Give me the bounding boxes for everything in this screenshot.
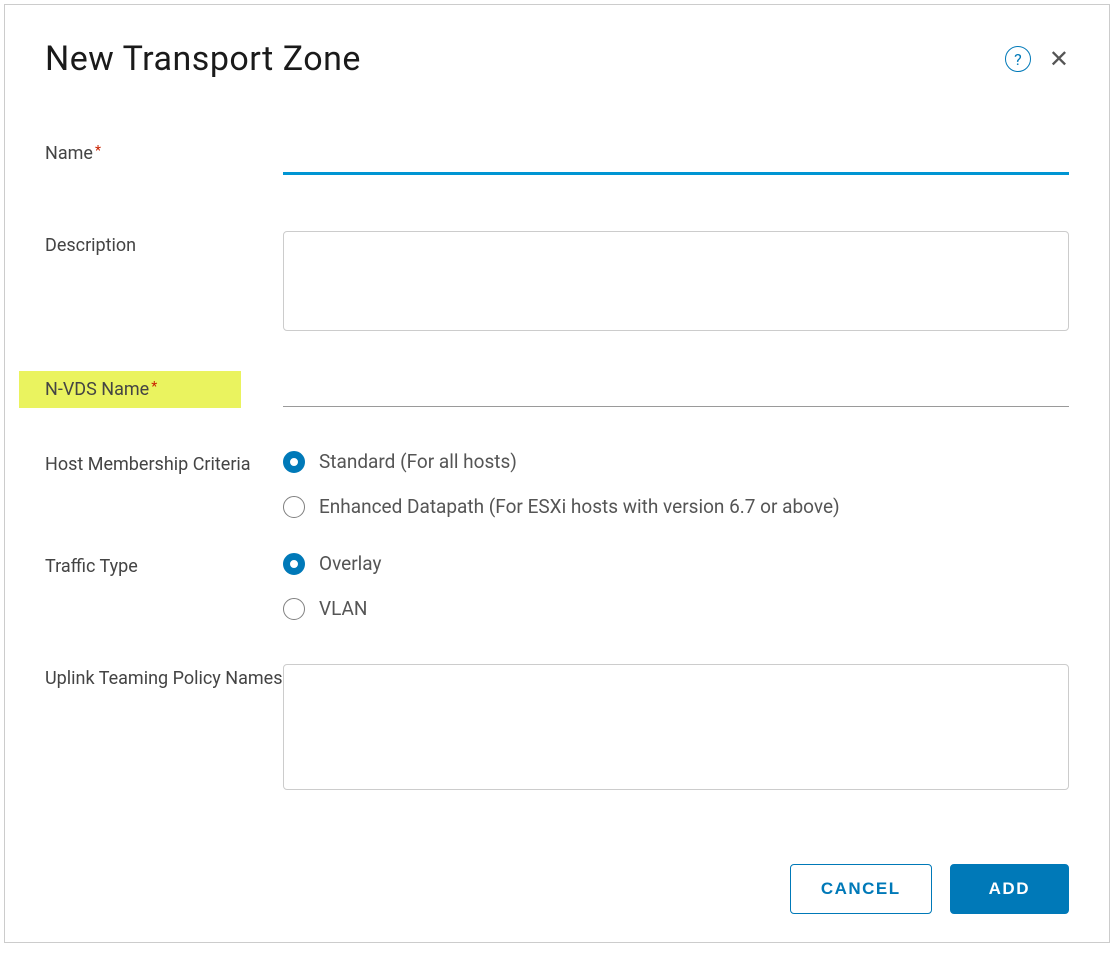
form-row-host-membership: Host Membership Criteria Standard (For a… bbox=[45, 450, 1069, 518]
radio-option-standard[interactable]: Standard (For all hosts) bbox=[283, 450, 1069, 473]
radio-selected-icon bbox=[283, 451, 305, 473]
radio-label-standard: Standard (For all hosts) bbox=[319, 450, 517, 473]
add-button[interactable]: ADD bbox=[950, 864, 1069, 914]
form-row-description: Description bbox=[45, 231, 1069, 335]
radio-option-overlay[interactable]: Overlay bbox=[283, 552, 1069, 575]
traffic-type-radio-group: Overlay VLAN bbox=[283, 552, 1069, 620]
host-membership-label: Host Membership Criteria bbox=[45, 450, 283, 475]
radio-option-vlan[interactable]: VLAN bbox=[283, 597, 1069, 620]
radio-option-enhanced[interactable]: Enhanced Datapath (For ESXi hosts with v… bbox=[283, 495, 1069, 518]
radio-unselected-icon bbox=[283, 598, 305, 620]
description-label: Description bbox=[45, 231, 283, 256]
name-label: Name* bbox=[45, 139, 283, 164]
host-membership-radio-group: Standard (For all hosts) Enhanced Datapa… bbox=[283, 450, 1069, 518]
radio-label-overlay: Overlay bbox=[319, 552, 381, 575]
dialog-title: New Transport Zone bbox=[45, 39, 361, 79]
help-icon[interactable]: ? bbox=[1005, 46, 1031, 72]
radio-label-enhanced: Enhanced Datapath (For ESXi hosts with v… bbox=[319, 495, 840, 518]
radio-label-vlan: VLAN bbox=[319, 597, 367, 620]
new-transport-zone-dialog: New Transport Zone ? ✕ Name* Description… bbox=[4, 4, 1110, 943]
form-row-name: Name* bbox=[45, 139, 1069, 175]
cancel-button[interactable]: CANCEL bbox=[790, 864, 932, 914]
required-asterisk: * bbox=[151, 379, 157, 395]
dialog-footer: CANCEL ADD bbox=[45, 864, 1069, 914]
nvds-name-input[interactable] bbox=[283, 373, 1069, 407]
form-row-traffic-type: Traffic Type Overlay VLAN bbox=[45, 552, 1069, 620]
nvds-name-label: N-VDS Name* bbox=[19, 371, 241, 408]
uplink-teaming-label: Uplink Teaming Policy Names bbox=[45, 664, 283, 689]
name-input[interactable] bbox=[283, 139, 1069, 175]
radio-unselected-icon bbox=[283, 496, 305, 518]
close-icon[interactable]: ✕ bbox=[1049, 47, 1069, 71]
radio-selected-icon bbox=[283, 553, 305, 575]
uplink-teaming-input[interactable] bbox=[283, 664, 1069, 790]
dialog-header: New Transport Zone ? ✕ bbox=[45, 39, 1069, 79]
form-row-nvds-name: N-VDS Name* bbox=[45, 371, 1069, 408]
header-icons: ? ✕ bbox=[1005, 46, 1069, 72]
required-asterisk: * bbox=[95, 143, 101, 159]
description-input[interactable] bbox=[283, 231, 1069, 331]
form-row-uplink-teaming: Uplink Teaming Policy Names bbox=[45, 664, 1069, 794]
traffic-type-label: Traffic Type bbox=[45, 552, 283, 577]
